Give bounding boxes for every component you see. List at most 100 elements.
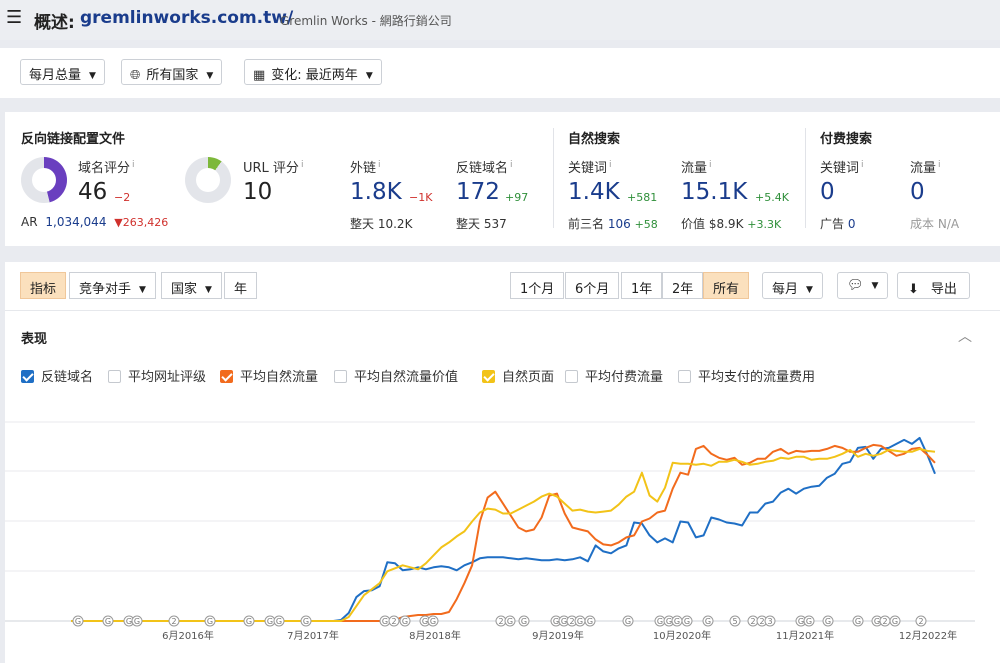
country-dropdown-label: 所有国家 [146, 68, 199, 83]
organic-search-title: 自然搜索 [568, 132, 621, 147]
organic-traffic-label[interactable]: 流量 i [681, 157, 712, 176]
svg-text:G: G [892, 617, 898, 626]
svg-text:G: G [134, 617, 140, 626]
svg-text:2: 2 [750, 617, 755, 626]
organic-traffic-value[interactable]: 15.1K [681, 179, 747, 205]
svg-text:G: G [666, 617, 672, 626]
timeline-marker: G [584, 615, 596, 627]
timeline-marker: 5 [729, 615, 741, 627]
ref-domains-label[interactable]: 反链域名 i [456, 157, 513, 176]
organic-keywords-label[interactable]: 关键词 i [568, 157, 612, 176]
domain-rating-label[interactable]: 域名评分 i [78, 157, 135, 176]
organic-traffic-delta: +5.4K [755, 191, 789, 204]
svg-text:G: G [276, 617, 282, 626]
svg-text:G: G [422, 617, 428, 626]
svg-text:2: 2 [759, 617, 764, 626]
svg-text:2: 2 [882, 617, 887, 626]
caret-down-icon: ▼ [365, 71, 373, 81]
paid-ads: 广告 0 [820, 217, 856, 231]
menu-icon[interactable]: ☰ [6, 8, 22, 28]
svg-text:G: G [806, 617, 812, 626]
country-dropdown[interactable]: 🌐︎ 所有国家 ▼ [121, 59, 223, 85]
x-tick-label: 8月2018年 [409, 629, 461, 642]
svg-text:G: G [267, 617, 273, 626]
page-title-domain[interactable]: gremlinworks.com.tw/ [80, 8, 293, 28]
svg-text:G: G [684, 617, 690, 626]
ref-domains-value[interactable]: 172 [456, 179, 500, 205]
timeline-marker: G [803, 615, 815, 627]
url-rating-value: 10 [243, 179, 273, 205]
timeline-marker: 3 [764, 615, 776, 627]
svg-text:G: G [75, 617, 81, 626]
change-period-dropdown[interactable]: ▦ 变化: 最近两年 ▼ [244, 59, 382, 85]
svg-text:G: G [587, 617, 593, 626]
ref-domains-delta: +97 [505, 191, 529, 204]
svg-text:G: G [207, 617, 213, 626]
organic-traffic-value-usd: 价值 $8.9K +3.3K [681, 217, 782, 231]
timeline-marker: G [681, 615, 693, 627]
x-tick-label: 9月2019年 [532, 629, 584, 642]
ahrefs-rank: AR 1,034,044 ▼263,426 [21, 215, 169, 229]
svg-text:G: G [625, 617, 631, 626]
svg-text:G: G [561, 617, 567, 626]
timeline-marker: G [822, 615, 834, 627]
timeline-marker: G [273, 615, 285, 627]
svg-text:G: G [553, 617, 559, 626]
change-period-label: 变化: 最近两年 [271, 68, 358, 83]
organic-keywords-delta: +581 [627, 191, 658, 204]
backlinks-label[interactable]: 外链 i [350, 157, 381, 176]
timeline-marker: G [427, 615, 439, 627]
svg-text:G: G [874, 617, 880, 626]
url-rating-donut [185, 157, 231, 203]
top3-keywords: 前三名 106 +58 [568, 217, 658, 231]
paid-keywords-label[interactable]: 关键词 i [820, 157, 864, 176]
timeline-marker: G [204, 615, 216, 627]
timeline-marker: G [622, 615, 634, 627]
timeline-marker: G [131, 615, 143, 627]
svg-text:G: G [825, 617, 831, 626]
paid-cost: 成本 N/A [910, 217, 960, 231]
backlinks-alltime: 整天 10.2K [350, 217, 413, 231]
timeline-marker: G [702, 615, 714, 627]
caret-down-icon: ▼ [206, 71, 214, 81]
globe-icon: 🌐︎ [130, 68, 141, 83]
svg-text:2: 2 [918, 617, 923, 626]
timeline-marker: 2 [879, 615, 891, 627]
organic-keywords-value[interactable]: 1.4K [568, 179, 620, 205]
paid-traffic-value[interactable]: 0 [910, 179, 925, 205]
timeline-marker: G [399, 615, 411, 627]
overview-stats-card: 反向链接配置文件 域名评分 i 46 −2 URL 评分 i 10 AR 1,034… [5, 112, 1000, 246]
domain-rating-delta: −2 [114, 191, 131, 204]
top-bar: ☰ 概述: gremlinworks.com.tw/ Gremlin Works… [0, 0, 1000, 40]
volume-dropdown[interactable]: 每月总量 ▼ [20, 59, 105, 85]
svg-text:G: G [657, 617, 663, 626]
svg-text:G: G [705, 617, 711, 626]
divider [805, 128, 806, 228]
x-tick-label: 7月2017年 [287, 629, 339, 642]
series-line-2 [71, 447, 936, 622]
backlinks-value[interactable]: 1.8K [350, 179, 402, 205]
svg-text:G: G [798, 617, 804, 626]
ref-domains-alltime: 整天 537 [456, 217, 507, 231]
performance-chart: GGGG2GGGGGG2GGG2GGGG2GGGGGGGG5223GGGGG2G… [5, 421, 975, 642]
domain-rating-value: 46 [78, 179, 108, 205]
divider [553, 128, 554, 228]
timeline-marker: G [504, 615, 516, 627]
svg-text:2: 2 [569, 617, 574, 626]
paid-keywords-value[interactable]: 0 [820, 179, 835, 205]
svg-text:G: G [126, 617, 132, 626]
url-rating-label[interactable]: URL 评分 i [243, 157, 303, 176]
timeline-marker: G [574, 615, 586, 627]
timeline-marker: G [889, 615, 901, 627]
timeline-marker: G [243, 615, 255, 627]
timeline-marker: 2 [168, 615, 180, 627]
filter-bar: 每月总量 ▼ 🌐︎ 所有国家 ▼ ▦ 变化: 最近两年 ▼ [0, 48, 1000, 98]
svg-text:2: 2 [498, 617, 503, 626]
page-subtitle: Gremlin Works - 網路行銷公司 [280, 14, 452, 28]
paid-traffic-label[interactable]: 流量 i [910, 157, 941, 176]
backlink-profile-title: 反向链接配置文件 [21, 132, 126, 147]
svg-text:2: 2 [171, 617, 176, 626]
svg-text:G: G [577, 617, 583, 626]
svg-text:3: 3 [767, 617, 772, 626]
timeline-marker: 2 [915, 615, 927, 627]
